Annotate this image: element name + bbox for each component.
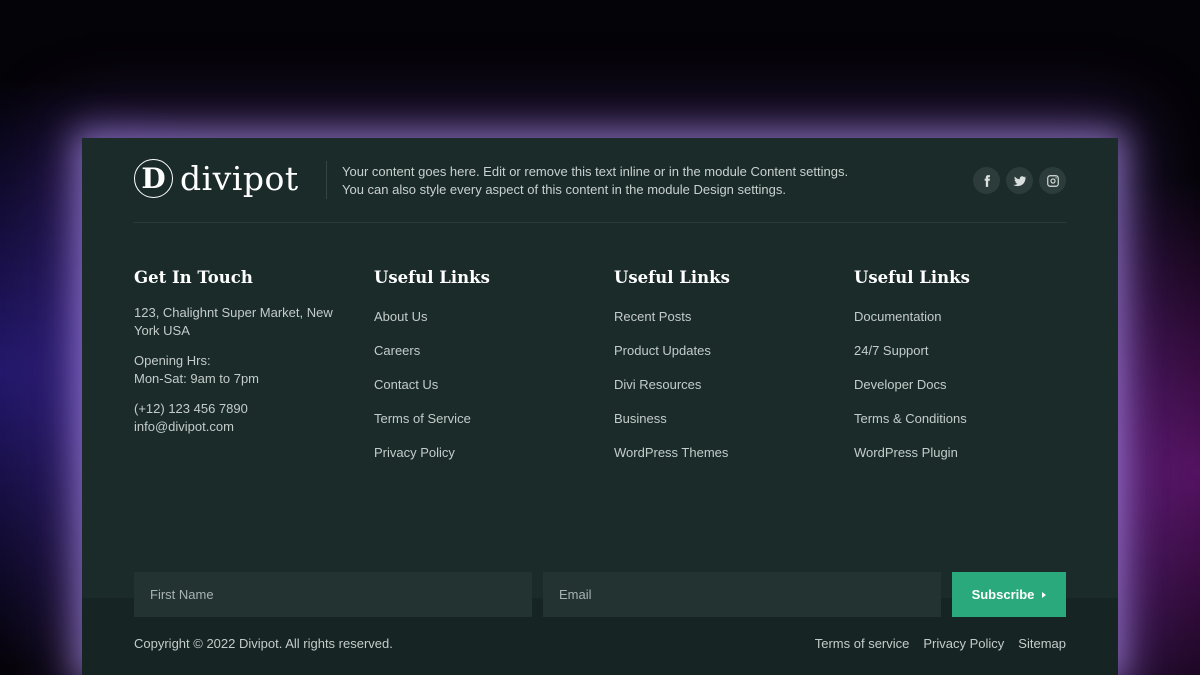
footer-link-developer-docs[interactable]: Developer Docs <box>854 376 1064 394</box>
contact-details: (+12) 123 456 7890 info@divipot.com <box>134 400 344 436</box>
links-column-3-title: Useful Links <box>854 268 970 287</box>
footer-link-about-us[interactable]: About Us <box>374 308 584 326</box>
footer-link-business[interactable]: Business <box>614 410 824 428</box>
header-divider-line <box>134 222 1066 223</box>
header-text-line-2: You can also style every aspect of this … <box>342 182 786 197</box>
facebook-icon <box>984 174 990 187</box>
links-column-2: Useful Links Recent Posts Product Update… <box>614 268 824 462</box>
header-divider <box>326 161 327 199</box>
links-column-1-title: Useful Links <box>374 268 490 287</box>
twitter-icon <box>1012 175 1027 186</box>
hours-label: Opening Hrs: <box>134 353 211 368</box>
links-column-1: Useful Links About Us Careers Contact Us… <box>374 268 584 462</box>
bottom-link-terms[interactable]: Terms of service <box>815 636 910 652</box>
contact-column: Get In Touch 123, Chalighnt Super Market… <box>134 268 344 448</box>
links-column-1-list: About Us Careers Contact Us Terms of Ser… <box>374 304 584 462</box>
links-column-3-list: Documentation 24/7 Support Developer Doc… <box>854 304 1064 462</box>
subscribe-button-label: Subscribe <box>971 587 1035 602</box>
links-column-2-list: Recent Posts Product Updates Divi Resour… <box>614 304 824 462</box>
logo-mark: D <box>134 159 173 198</box>
footer-link-privacy-policy[interactable]: Privacy Policy <box>374 444 584 462</box>
contact-hours: Opening Hrs: Mon-Sat: 9am to 7pm <box>134 352 344 388</box>
contact-email[interactable]: info@divipot.com <box>134 418 344 436</box>
footer-link-wordpress-themes[interactable]: WordPress Themes <box>614 444 824 462</box>
facebook-button[interactable] <box>973 167 1000 194</box>
footer-link-documentation[interactable]: Documentation <box>854 308 1064 326</box>
hours-value: Mon-Sat: 9am to 7pm <box>134 371 259 386</box>
bottom-link-sitemap[interactable]: Sitemap <box>1018 636 1066 652</box>
footer-link-recent-posts[interactable]: Recent Posts <box>614 308 824 326</box>
footer-link-product-updates[interactable]: Product Updates <box>614 342 824 360</box>
twitter-button[interactable] <box>1006 167 1033 194</box>
brand-logo[interactable]: D divipot <box>134 159 299 198</box>
logo-text: divipot <box>180 159 299 198</box>
bottom-links: Terms of service Privacy Policy Sitemap <box>815 636 1066 652</box>
subscribe-button[interactable]: Subscribe <box>952 572 1066 617</box>
first-name-input[interactable] <box>134 572 532 617</box>
footer-link-divi-resources[interactable]: Divi Resources <box>614 376 824 394</box>
footer-link-wordpress-plugin[interactable]: WordPress Plugin <box>854 444 1064 462</box>
copyright-text: Copyright © 2022 Divipot. All rights res… <box>134 636 393 651</box>
instagram-icon <box>1046 174 1059 187</box>
footer-link-terms-conditions[interactable]: Terms & Conditions <box>854 410 1064 428</box>
contact-address: 123, Chalighnt Super Market, New York US… <box>134 305 333 338</box>
instagram-button[interactable] <box>1039 167 1066 194</box>
links-column-3: Useful Links Documentation 24/7 Support … <box>854 268 1064 462</box>
footer-link-support[interactable]: 24/7 Support <box>854 342 1064 360</box>
header-text-line-1: Your content goes here. Edit or remove t… <box>342 164 849 179</box>
footer-link-careers[interactable]: Careers <box>374 342 584 360</box>
social-links <box>973 167 1066 194</box>
contact-phone[interactable]: (+12) 123 456 7890 <box>134 400 344 418</box>
site-footer: D divipot Your content goes here. Edit o… <box>82 138 1118 675</box>
caret-right-icon <box>1042 591 1047 598</box>
contact-title: Get In Touch <box>134 268 253 287</box>
links-column-2-title: Useful Links <box>614 268 730 287</box>
footer-link-contact-us[interactable]: Contact Us <box>374 376 584 394</box>
footer-link-terms-of-service[interactable]: Terms of Service <box>374 410 584 428</box>
email-input[interactable] <box>543 572 941 617</box>
header-description: Your content goes here. Edit or remove t… <box>342 163 902 199</box>
bottom-link-privacy[interactable]: Privacy Policy <box>923 636 1004 652</box>
